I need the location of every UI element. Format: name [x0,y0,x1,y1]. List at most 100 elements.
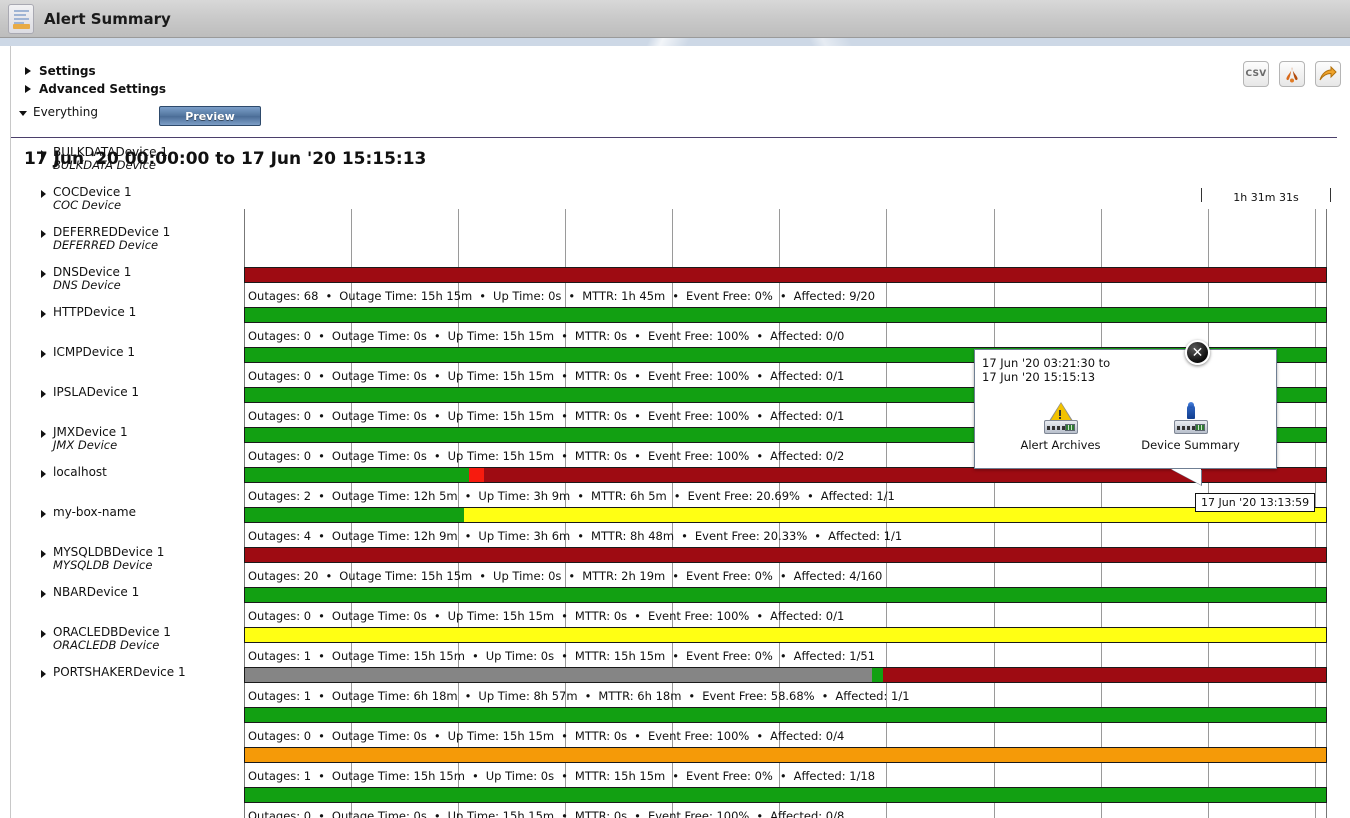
timeline-bar-segment[interactable] [245,788,1326,802]
stat-up-time: Up Time: 15h 15m [447,449,555,463]
timeline-bar[interactable] [244,307,1327,323]
stat-outage-time: Outage Time: 12h 5m [331,489,458,503]
row-statistics: Outages: 68 • Outage Time: 15h 15m • Up Time… [248,286,875,306]
timeline-bar-segment[interactable] [245,628,1326,642]
stat-outage-time: Outage Time: 0s [331,409,427,423]
timeline-bar-segment[interactable] [245,668,872,682]
stat-up-time: Up Time: 0s [493,569,562,583]
stat-event-free: Event Free: 100% [647,609,750,623]
timeline-bar-segment[interactable] [245,308,1326,322]
tree-item-bulkdatadevice-1[interactable]: BULKDATADevice 1 BULKDATA Device [41,146,168,172]
timeline-bar-segment[interactable] [882,668,1326,682]
stat-separator: • [561,769,568,783]
timeline-bar-segment[interactable] [245,468,469,482]
timeline-bar[interactable] [244,467,1327,483]
stat-separator: • [779,289,787,303]
stat-outages: Outages: 68 [248,289,319,303]
chevron-right-icon [41,230,46,238]
tree-item-localhost[interactable]: localhost [41,466,107,479]
chevron-right-icon [41,510,46,518]
row-statistics: Outages: 0 • Outage Time: 0s • Up Time: 15h … [248,726,844,746]
stat-separator: • [756,449,764,463]
stat-outages: Outages: 2 [248,489,312,503]
stat-mttr: MTTR: 0s [574,609,628,623]
share-export-button[interactable] [1315,61,1341,87]
stat-outages: Outages: 0 [248,329,312,343]
stat-mttr: MTTR: 8h 48m [591,529,675,543]
tree-item-everything[interactable]: Everything [19,106,98,119]
stat-separator: • [634,449,641,463]
stat-outage-time: Outage Time: 15h 15m [331,649,465,663]
timeline-bar-segment[interactable] [245,588,1326,602]
popup-tail [1171,469,1201,485]
chevron-right-icon [41,390,46,398]
stat-outages: Outages: 0 [248,369,312,383]
stat-separator: • [318,489,325,503]
tree-item-icmpdevice-1[interactable]: ICMPDevice 1 [41,346,135,359]
tree-item-httpdevice-1[interactable]: HTTPDevice 1 [41,306,136,319]
tree-item-mysqldbdevice-1[interactable]: MYSQLDBDevice 1 MYSQLDB Device [41,546,164,572]
device-summary-icon [1172,402,1210,434]
timeline-bar[interactable] [244,707,1327,723]
tree-item-jmxdevice-1[interactable]: JMXDevice 1 JMX Device [41,426,128,452]
row-statistics: Outages: 0 • Outage Time: 0s • Up Time: 15h … [248,446,844,466]
stat-separator: • [561,729,568,743]
timeline-bar[interactable] [244,627,1327,643]
stat-event-free: Event Free: 58.68% [702,689,815,703]
tree-item-oracledbdevice-1[interactable]: ORACLEDBDevice 1 ORACLEDB Device [41,626,171,652]
tree-item-nbardevice-1[interactable]: NBARDevice 1 [41,586,139,599]
stat-separator: • [471,769,479,783]
popup-close-button[interactable]: ✕ [1185,340,1210,365]
tree-item-portshakerdevice-1[interactable]: PORTSHAKERDevice 1 [41,666,186,679]
timeline-bar-segment[interactable] [871,668,883,682]
tree-item-cocdevice-1[interactable]: COCDevice 1 COC Device [41,186,132,212]
stat-mttr: MTTR: 0s [574,409,628,423]
popup-time-line-2: 17 Jun '20 15:15:13 [982,370,1096,384]
timeline-bar[interactable] [244,667,1327,683]
stat-mttr: MTTR: 15h 15m [574,769,666,783]
stat-separator: • [318,649,325,663]
stat-separator: • [325,289,333,303]
timeline-bar[interactable] [244,507,1327,523]
scale-tick-left [1201,188,1202,202]
device-summary-action[interactable]: Device Summary [1141,402,1240,452]
timeline-bar-segment[interactable] [245,748,1326,762]
stat-separator: • [756,809,764,818]
stat-separator: • [318,529,325,543]
timeline-bar-segment[interactable] [245,708,1326,722]
preview-button[interactable]: Preview [159,106,261,126]
stat-separator: • [479,289,487,303]
row-statistics: Outages: 1 • Outage Time: 15h 15m • Up Time:… [248,766,875,786]
tree-item-ipsladevice-1[interactable]: IPSLADevice 1 [41,386,139,399]
stat-mttr: MTTR: 0s [574,729,628,743]
stat-up-time: Up Time: 15h 15m [447,729,555,743]
pdf-icon [1286,66,1298,82]
timeline-bar[interactable] [244,267,1327,283]
timeline-bar-segment[interactable] [468,468,484,482]
tree-item-deferreddevice-1[interactable]: DEFERREDDevice 1 DEFERRED Device [41,226,170,252]
timeline-bar[interactable] [244,747,1327,763]
stat-separator: • [561,809,568,818]
pdf-export-button[interactable] [1279,61,1305,87]
stat-affected: Affected: 0/8 [770,809,845,818]
stat-separator: • [688,689,696,703]
stat-separator: • [806,489,814,503]
stat-separator: • [756,369,764,383]
timeline-bar[interactable] [244,787,1327,803]
timeline-bar-segment[interactable] [245,508,465,522]
alert-archives-action[interactable]: Alert Archives [1018,402,1104,452]
stat-outage-time: Outage Time: 0s [331,809,427,818]
stat-separator: • [561,369,568,383]
settings-disclosure[interactable]: Settings [25,64,96,78]
tree-item-dnsdevice-1[interactable]: DNSDevice 1 DNS Device [41,266,131,292]
csv-export-button[interactable]: CSV [1243,61,1269,87]
timeline-bar[interactable] [244,547,1327,563]
timeline-bar-segment[interactable] [245,548,1326,562]
tree-item-my-box-name[interactable]: my-box-name [41,506,136,519]
stat-separator: • [479,569,487,583]
advanced-settings-disclosure[interactable]: Advanced Settings [25,82,166,96]
row-statistics: Outages: 2 • Outage Time: 12h 5m • Up Time: … [248,486,895,506]
chevron-right-icon [41,350,46,358]
timeline-bar[interactable] [244,587,1327,603]
timeline-bar-segment[interactable] [245,268,1326,282]
